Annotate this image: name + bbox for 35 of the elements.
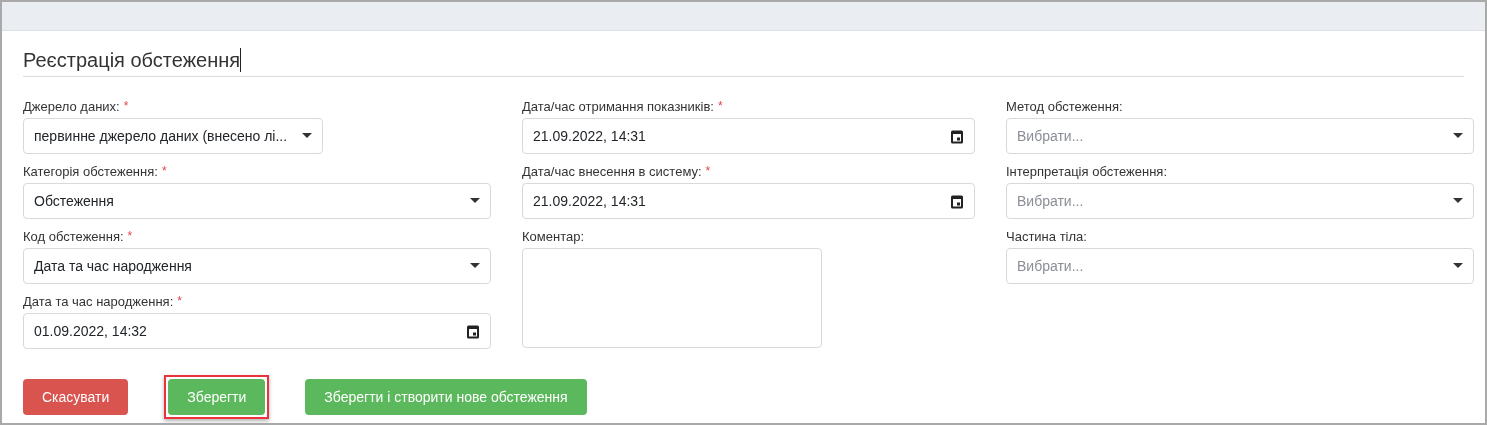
- select-field[interactable]: первинне джерело даних (внесено лі...: [23, 118, 323, 154]
- field-label: Коментар:: [522, 229, 585, 245]
- field-label: Дата/час отримання показників:: [522, 99, 714, 115]
- calendar-icon: [950, 193, 964, 209]
- dropdown-caret-icon: [470, 198, 480, 204]
- dropdown-caret-icon: [1453, 133, 1463, 139]
- select-field[interactable]: Обстеження: [23, 183, 491, 219]
- dropdown-caret-icon: [302, 133, 312, 139]
- select-field[interactable]: Дата та час народження: [23, 248, 491, 284]
- required-mark: *: [123, 99, 129, 113]
- required-mark: *: [127, 229, 133, 243]
- form-title: Реєстрація обстеження: [23, 47, 241, 73]
- required-mark: *: [705, 164, 711, 178]
- dropdown-caret-icon: [470, 263, 480, 269]
- date-time-field[interactable]: 21.09.2022, 14:31: [522, 183, 975, 219]
- field-label: Категорія обстеження:: [23, 164, 158, 180]
- calendar-icon: [466, 323, 480, 339]
- required-mark: *: [717, 99, 723, 113]
- field-label: Інтерпретація обстеження:: [1006, 164, 1167, 180]
- required-mark: *: [177, 294, 182, 308]
- field-label: Джерело даних:: [23, 99, 120, 115]
- text-cursor: [240, 47, 242, 72]
- required-mark: *: [161, 164, 167, 178]
- field-label: Дата та час народження:: [23, 294, 174, 310]
- comment-field[interactable]: [522, 248, 822, 348]
- calendar-icon: [950, 128, 964, 144]
- field-label: Код обстеження:: [23, 229, 124, 245]
- field-label: Дата/час внесення в систему:: [522, 164, 702, 180]
- field-label: Метод обстеження:: [1006, 99, 1123, 115]
- dropdown-caret-icon: [1453, 198, 1463, 204]
- date-time-field[interactable]: 01.09.2022, 14:32: [23, 313, 491, 349]
- date-time-field[interactable]: 21.09.2022, 14:31: [522, 118, 975, 154]
- cancel-button[interactable]: Скасувати: [23, 379, 129, 415]
- dropdown-caret-icon: [1453, 263, 1463, 269]
- field-label: Частина тіла:: [1006, 229, 1087, 245]
